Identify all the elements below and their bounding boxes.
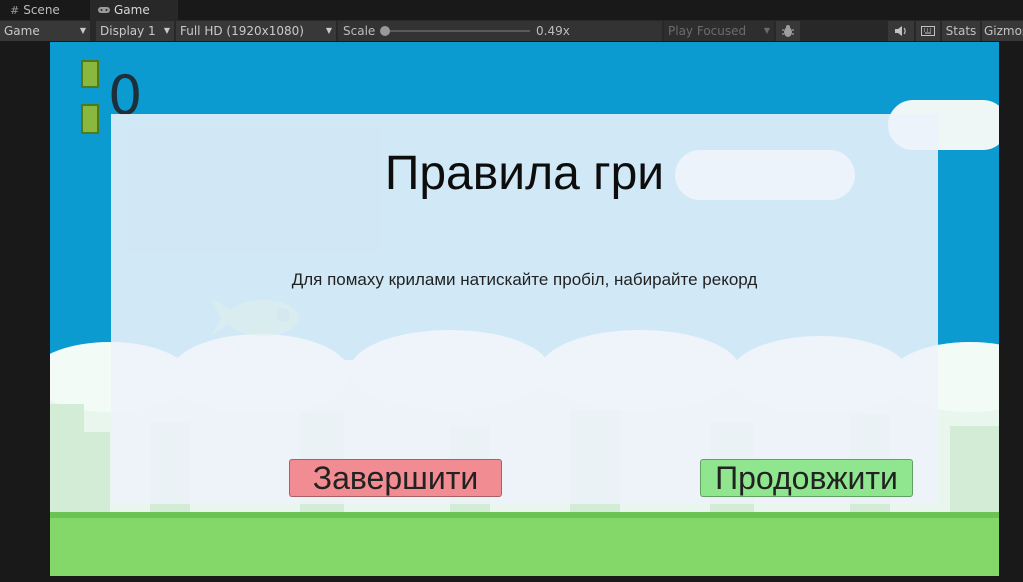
rules-panel: Правила гри Для помаху крилами натискайт…: [111, 114, 938, 504]
quit-button[interactable]: Завершити: [289, 459, 502, 497]
play-mode-dropdown[interactable]: Play Focused ▼: [664, 21, 774, 41]
city-building: [84, 432, 110, 512]
view-mode-value: Game: [4, 24, 40, 38]
view-mode-dropdown[interactable]: Game ▼: [0, 21, 90, 41]
gamepad-icon: [98, 4, 110, 17]
keyboard-icon: [921, 26, 935, 36]
pipe-icon: [81, 104, 99, 134]
scale-slider-track[interactable]: [384, 30, 530, 32]
shortcuts-button[interactable]: [916, 21, 940, 41]
speaker-icon: [895, 26, 906, 36]
display-dropdown[interactable]: Display 1 ▼: [96, 21, 174, 41]
ground: [50, 512, 999, 576]
city-building: [950, 426, 999, 512]
gizmos-button[interactable]: Gizmos: [982, 21, 1023, 41]
rules-text: Для помаху крилами натискайте пробіл, на…: [291, 270, 758, 289]
city-building: [50, 404, 84, 512]
ground-edge: [50, 512, 999, 518]
game-view-toolbar: Game ▼ Display 1 ▼ Full HD (1920x1080) ▼…: [0, 20, 1023, 42]
display-value: Display 1: [100, 24, 156, 38]
resolution-dropdown[interactable]: Full HD (1920x1080) ▼: [176, 21, 336, 41]
tab-scene-label: Scene: [23, 3, 60, 17]
bug-icon: [782, 25, 794, 37]
scale-value: 0.49x: [536, 24, 570, 38]
continue-button[interactable]: Продовжити: [700, 459, 913, 497]
tab-game-label: Game: [114, 3, 150, 17]
game-viewport[interactable]: 0 Правила гри Для помаху крилами натиска…: [50, 42, 999, 576]
tab-scene[interactable]: # Scene: [2, 0, 90, 20]
rules-title: Правила гри: [384, 147, 665, 200]
editor-tab-bar: # Scene Game: [0, 0, 1023, 20]
chevron-down-icon: ▼: [163, 26, 170, 35]
mute-audio-button[interactable]: [888, 21, 914, 41]
debug-bug-button[interactable]: [776, 21, 800, 41]
play-mode-value: Play Focused: [668, 24, 747, 38]
grid-icon: #: [10, 3, 20, 17]
chevron-down-icon: ▼: [325, 26, 332, 35]
chevron-down-icon: ▼: [79, 26, 86, 35]
scale-control: Scale 0.49x: [338, 21, 662, 41]
scale-slider-thumb[interactable]: [380, 26, 390, 36]
resolution-value: Full HD (1920x1080): [180, 24, 304, 38]
tab-game[interactable]: Game: [90, 0, 178, 20]
pipe-icon: [81, 60, 99, 88]
chevron-down-icon: ▼: [763, 26, 770, 35]
stats-button[interactable]: Stats: [942, 21, 980, 41]
scale-label: Scale: [343, 24, 376, 38]
